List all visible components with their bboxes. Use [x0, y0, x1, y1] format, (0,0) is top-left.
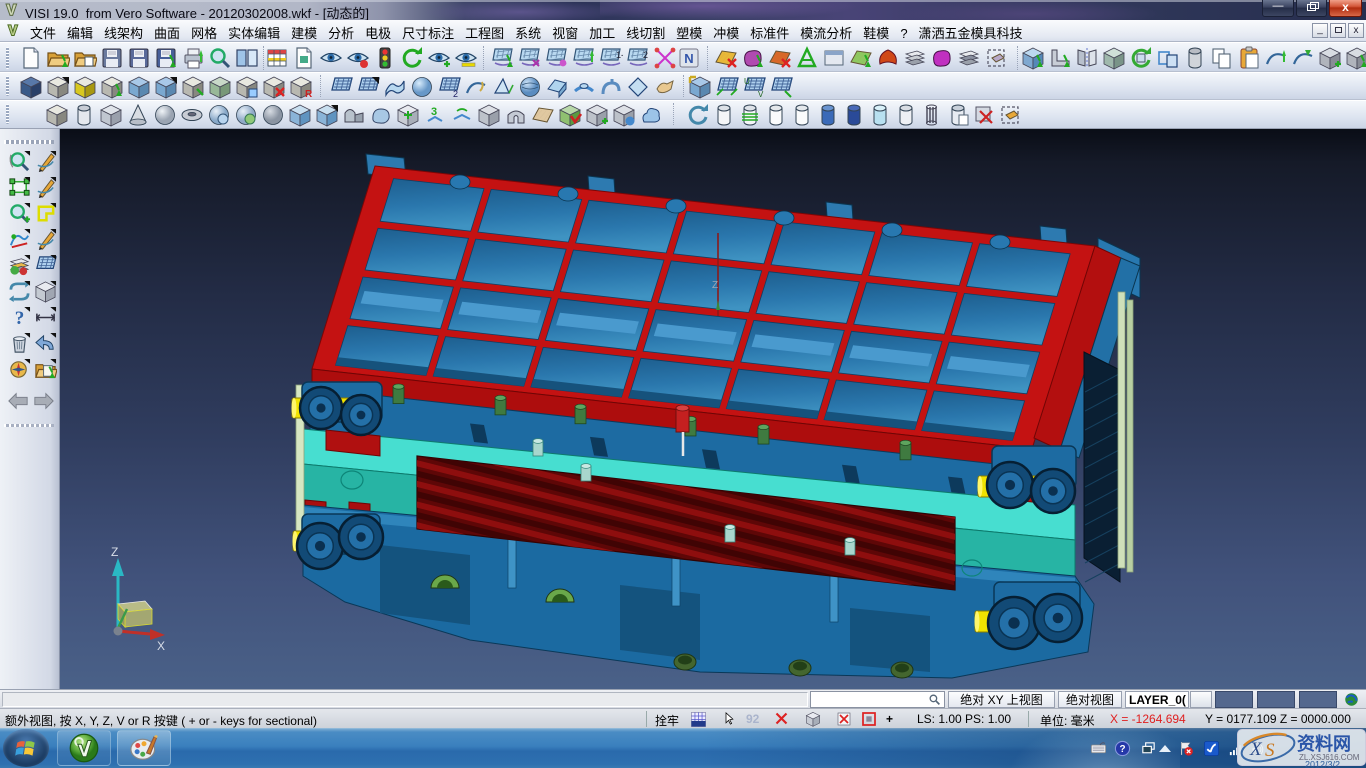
- svg-text:1-2: 1-2: [616, 50, 623, 60]
- svg-text:Z: Z: [712, 280, 718, 291]
- svg-text:?: ?: [15, 308, 25, 329]
- svg-text:资料网: 资料网: [1297, 733, 1351, 754]
- svg-text:Z: Z: [111, 545, 118, 559]
- svg-text:X: X: [157, 639, 165, 653]
- svg-text:R: R: [305, 89, 313, 99]
- svg-text:V: V: [758, 90, 764, 99]
- svg-text:2012/3/2: 2012/3/2: [1305, 760, 1340, 768]
- svg-text:X: X: [1249, 739, 1263, 760]
- svg-text:U: U: [744, 77, 750, 86]
- svg-text:2: 2: [453, 89, 458, 99]
- svg-text:N: N: [684, 51, 693, 66]
- svg-text:S: S: [1265, 740, 1275, 761]
- svg-text:3: 3: [431, 106, 437, 118]
- svg-text:2: 2: [643, 50, 648, 60]
- svg-text:?: ?: [1119, 744, 1125, 755]
